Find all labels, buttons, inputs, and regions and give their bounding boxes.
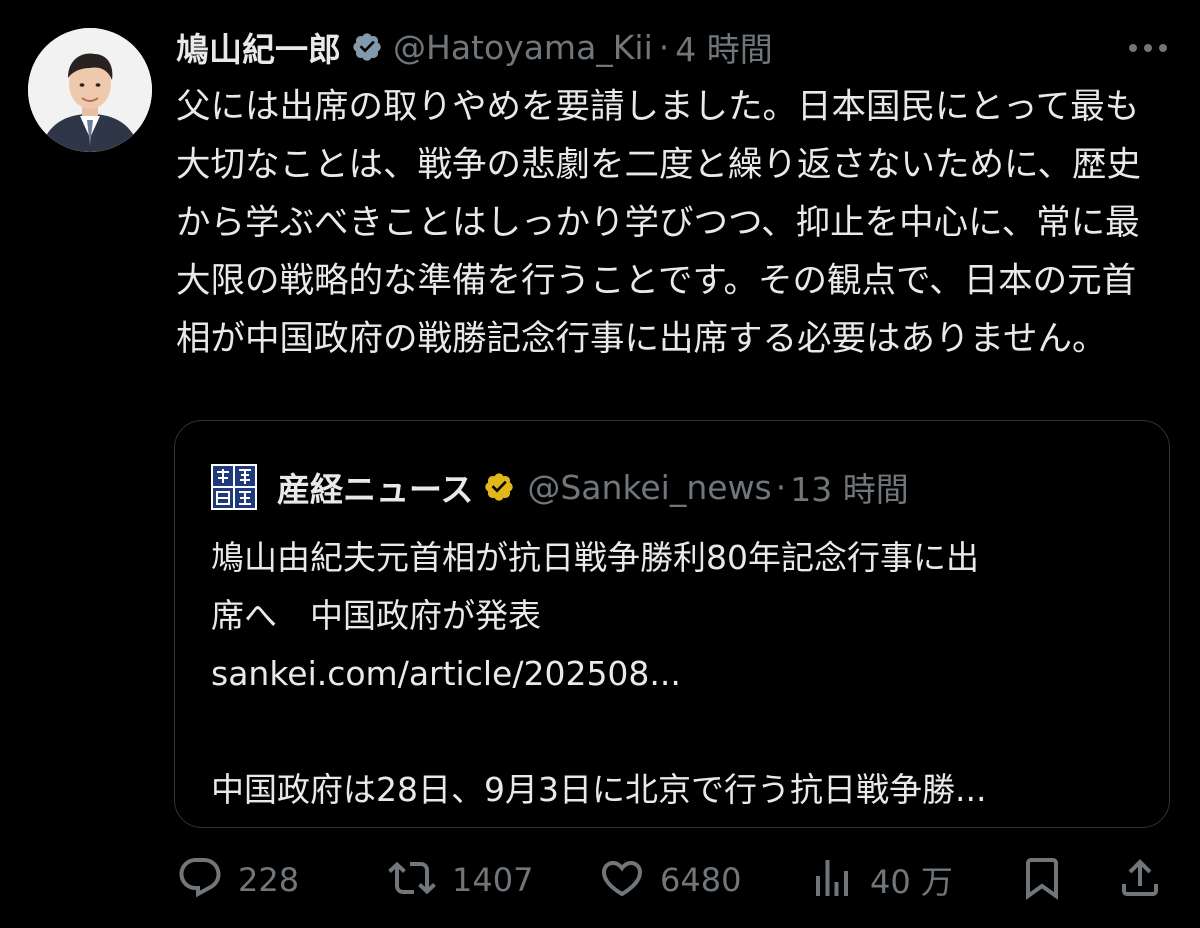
quote-author-handle[interactable]: @Sankei_news [527, 468, 771, 507]
quote-headline-line: 席へ 中国政府が発表 [211, 596, 541, 635]
verified-badge-icon[interactable] [483, 471, 515, 503]
bookmark-button[interactable] [1018, 852, 1066, 908]
author-avatar[interactable] [28, 28, 152, 152]
share-button[interactable] [1116, 852, 1164, 908]
views-button[interactable]: 40 万 [808, 852, 953, 908]
views-icon [808, 854, 856, 906]
reply-count: 228 [238, 861, 300, 899]
separator-dot: · [775, 467, 787, 507]
repost-count: 1407 [452, 861, 534, 899]
quoted-tweet[interactable]: 産経ニュース @Sankei_news · 13 時間 鳩山由紀夫元首相が抗日戦… [174, 420, 1170, 828]
tweet-text: 父には出席の取りやめを要請しました。日本国民にとって最も大切なことは、戦争の悲劇… [176, 87, 1141, 359]
like-icon [598, 854, 646, 906]
quote-body: 鳩山由紀夫元首相が抗日戦争勝利80年記念行事に出 席へ 中国政府が発表 sank… [211, 529, 1141, 819]
bookmark-icon [1018, 854, 1066, 906]
quote-link[interactable]: sankei.com/article/202508... [211, 645, 1141, 703]
share-icon [1116, 854, 1164, 906]
like-button[interactable]: 6480 [598, 852, 741, 908]
sankei-logo-icon[interactable] [211, 464, 257, 510]
reply-button[interactable]: 228 [176, 852, 299, 908]
like-count: 6480 [660, 861, 742, 899]
quote-author-name[interactable]: 産経ニュース [277, 463, 473, 511]
tweet-header: 鳩山紀一郎 @Hatoyama_Kii · 4 時間 [176, 22, 773, 72]
verified-badge-icon[interactable] [351, 31, 383, 63]
quote-headline-line: 鳩山由紀夫元首相が抗日戦争勝利80年記念行事に出 [211, 538, 979, 577]
more-icon[interactable] [1126, 30, 1170, 66]
quote-blank-line [211, 703, 1141, 761]
views-count: 40 万 [870, 863, 953, 901]
separator-dot: · [658, 27, 670, 67]
repost-button[interactable]: 1407 [386, 852, 533, 908]
quote-header: 産経ニュース @Sankei_news · 13 時間 [211, 461, 909, 513]
tweet-timestamp[interactable]: 4 時間 [675, 23, 773, 71]
author-name[interactable]: 鳩山紀一郎 [176, 23, 341, 71]
author-handle[interactable]: @Hatoyama_Kii [393, 28, 653, 67]
action-bar: 228 1407 6480 40 万 [176, 852, 1166, 908]
reply-icon [176, 854, 224, 906]
repost-icon [386, 854, 438, 906]
quote-summary-line: 中国政府は28日、9月3日に北京で行う抗日戦争勝... [211, 770, 987, 809]
quote-timestamp: 13 時間 [790, 470, 909, 509]
